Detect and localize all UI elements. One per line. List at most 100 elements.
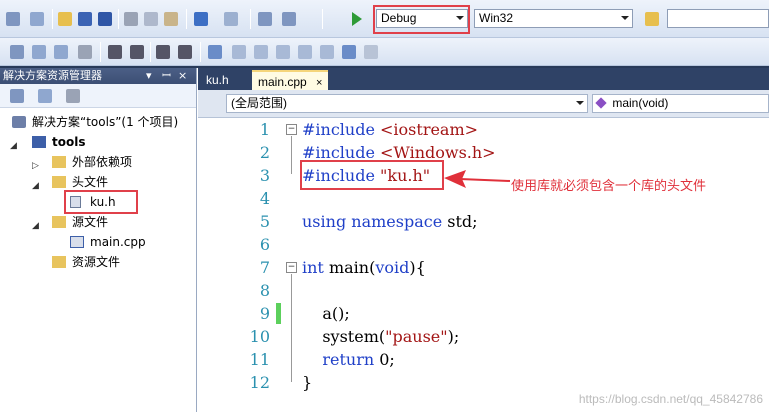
code-line: system("pause");	[302, 327, 460, 346]
line-number: 7	[259, 258, 270, 277]
paste-icon[interactable]	[164, 12, 178, 26]
solution-explorer-panel: 解决方案资源管理器 ▾ ꟷ × 解决方案“tools”(1 个项目) ◢ too…	[0, 68, 197, 412]
tab-main-cpp[interactable]: main.cpp ×	[252, 70, 329, 90]
save-all-icon[interactable]	[98, 12, 112, 26]
project-icon	[32, 136, 46, 148]
solution-icon	[12, 116, 26, 128]
comment-icon[interactable]	[156, 45, 170, 59]
toolbar-tool-icon[interactable]	[32, 45, 46, 59]
code-editor: ku.h main.cpp × (全局范围) main(void) 1 2 3 …	[198, 68, 769, 412]
redo-icon[interactable]	[224, 12, 238, 26]
collapse-icon[interactable]: −	[286, 262, 297, 273]
auto-hide-icon[interactable]: ꟷ	[162, 68, 171, 84]
tree-item-label: main.cpp	[90, 235, 146, 249]
folder-icon	[52, 216, 66, 228]
toolbar-separator	[322, 9, 323, 29]
tree-item-resource-files[interactable]: 资源文件	[0, 252, 197, 272]
solution-explorer-toolbar	[0, 84, 196, 108]
view-class-diagram-icon[interactable]	[66, 89, 80, 103]
bookmark-prev-icon[interactable]	[232, 45, 246, 59]
tree-item-solution[interactable]: 解决方案“tools”(1 个项目)	[0, 112, 197, 132]
line-number: 10	[249, 327, 270, 346]
folder-icon	[52, 176, 66, 188]
chevron-down-icon	[621, 16, 629, 20]
bookmark-next-folder-icon[interactable]	[298, 45, 312, 59]
solution-explorer-header: 解决方案资源管理器 ▾ ꟷ ×	[0, 68, 196, 84]
toolbar-tool-icon[interactable]	[78, 45, 92, 59]
line-number: 11	[249, 350, 270, 369]
undo-icon[interactable]	[194, 12, 208, 26]
window-position-icon[interactable]: ▾	[146, 68, 152, 84]
search-input[interactable]	[667, 9, 769, 28]
toolbar-separator	[52, 9, 53, 29]
tab-label: main.cpp	[258, 75, 307, 89]
bookmark-icon[interactable]	[208, 45, 222, 59]
cut-icon[interactable]	[124, 12, 138, 26]
folder-icon	[52, 256, 66, 268]
navigate-back-icon[interactable]	[258, 12, 272, 26]
annotation-text: 使用库就必须包含一个库的头文件	[511, 179, 707, 194]
copy-icon[interactable]	[144, 12, 158, 26]
bookmark-prev-folder-icon[interactable]	[276, 45, 290, 59]
chevron-down-icon	[576, 101, 584, 105]
bookmark-next-icon[interactable]	[254, 45, 268, 59]
ku-h-highlight-box	[64, 190, 138, 214]
toolbar-separator	[186, 9, 187, 29]
tab-label: ku.h	[206, 73, 229, 87]
save-icon[interactable]	[78, 12, 92, 26]
toolbar-tool-icon[interactable]	[54, 45, 68, 59]
platform-dropdown[interactable]: Win32	[474, 9, 633, 28]
toolbar-separator	[250, 9, 251, 29]
code-area[interactable]: 1 2 3 4 5 6 7 8 9 10 11 12 − − #include …	[198, 118, 769, 412]
tree-item-source-files[interactable]: ◢ 源文件	[0, 212, 197, 232]
tree-item-project[interactable]: ◢ tools	[0, 132, 197, 152]
line-number: 5	[259, 212, 270, 231]
new-project-icon[interactable]	[6, 12, 20, 26]
show-all-files-icon[interactable]	[38, 89, 52, 103]
bookmark-prev-doc-icon[interactable]	[320, 45, 334, 59]
open-folder-icon[interactable]	[58, 12, 72, 26]
scope-dropdown[interactable]: (全局范围)	[226, 94, 588, 113]
toolbar-separator	[150, 42, 151, 62]
close-icon[interactable]: ×	[316, 77, 322, 89]
tree-item-main-cpp[interactable]: main.cpp	[0, 232, 197, 252]
code-line: int main(void){	[302, 258, 426, 277]
line-number: 3	[259, 166, 270, 185]
method-icon	[595, 97, 607, 109]
toolbar-separator	[118, 9, 119, 29]
tree-item-label: 资源文件	[72, 255, 121, 269]
add-item-icon[interactable]	[30, 12, 44, 26]
increase-indent-icon[interactable]	[130, 45, 144, 59]
find-in-files-icon[interactable]	[645, 12, 659, 26]
standard-toolbar: Debug Win32	[0, 0, 769, 38]
platform-value: Win32	[479, 11, 514, 25]
uncomment-icon[interactable]	[178, 45, 192, 59]
decrease-indent-icon[interactable]	[108, 45, 122, 59]
line-number: 12	[249, 373, 270, 392]
cpp-file-icon	[70, 236, 84, 248]
line-number: 6	[259, 235, 270, 254]
tree-item-external-dependencies[interactable]: ▷ 外部依赖项	[0, 152, 197, 172]
navigate-forward-icon[interactable]	[282, 12, 296, 26]
tree-item-label: tools	[52, 135, 86, 149]
tree-item-header-files[interactable]: ◢ 头文件	[0, 172, 197, 192]
collapse-icon[interactable]: −	[286, 124, 297, 135]
outline-line	[291, 274, 292, 382]
bookmark-next-doc-icon[interactable]	[342, 45, 356, 59]
include-highlight-box	[300, 160, 444, 190]
solution-explorer-title: 解决方案资源管理器	[3, 69, 102, 82]
scope-value: (全局范围)	[231, 96, 287, 110]
member-value: main(void)	[612, 96, 669, 110]
member-dropdown[interactable]: main(void)	[592, 94, 769, 113]
properties-icon[interactable]	[10, 89, 24, 103]
text-editor-toolbar	[0, 38, 769, 66]
code-line: }	[302, 373, 313, 392]
code-line: return 0;	[302, 350, 395, 369]
toolbar-tool-icon[interactable]	[10, 45, 24, 59]
annotation-arrow	[444, 170, 511, 188]
start-debugging-icon[interactable]	[352, 12, 362, 26]
tree-item-label: 头文件	[72, 175, 109, 189]
tab-ku-h[interactable]: ku.h	[200, 70, 235, 90]
clear-bookmarks-icon[interactable]	[364, 45, 378, 59]
close-icon[interactable]: ×	[178, 68, 187, 84]
